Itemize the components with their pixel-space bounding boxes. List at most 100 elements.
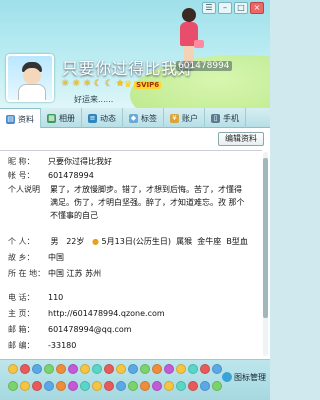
- tab-label: 标签: [141, 113, 157, 123]
- field-value: 110: [48, 293, 64, 302]
- cake-icon: ●: [92, 237, 99, 246]
- service-icon[interactable]: [44, 381, 54, 391]
- crown-icon: ♛: [124, 80, 133, 90]
- service-icon[interactable]: [32, 381, 42, 391]
- field-desc-label: 个人说明: [8, 185, 40, 194]
- window-controls: ☰ – □ ×: [202, 2, 264, 14]
- photo-album-icon: ▦: [47, 113, 56, 123]
- service-icon[interactable]: [200, 364, 210, 374]
- service-icons: [8, 364, 223, 396]
- service-icon[interactable]: [92, 381, 102, 391]
- service-icon[interactable]: [32, 364, 42, 374]
- service-icon[interactable]: [80, 364, 90, 374]
- field-label: 帐 号：: [8, 171, 35, 180]
- service-icon[interactable]: [92, 364, 102, 374]
- service-icon[interactable]: [164, 364, 174, 374]
- blood-type: B型血: [226, 237, 248, 246]
- tab-account[interactable]: ¥ 账户: [164, 108, 205, 128]
- tab-label: 手机: [223, 113, 239, 123]
- service-icon[interactable]: [188, 364, 198, 374]
- tab-feed[interactable]: ≡ 动态: [82, 108, 123, 128]
- service-icon[interactable]: [116, 381, 126, 391]
- field-hometown: 故 乡： 中国: [8, 252, 64, 263]
- field-value: 中国 江苏 苏州: [48, 269, 102, 278]
- field-label: 电 话：: [8, 293, 35, 302]
- service-icon[interactable]: [140, 381, 150, 391]
- service-icon[interactable]: [164, 381, 174, 391]
- field-homepage: 主 页： http://601478994.qzone.com: [8, 308, 165, 319]
- field-value: -33180: [48, 341, 77, 350]
- field-label: 个 人：: [8, 237, 35, 246]
- tab-tags[interactable]: ◆ 标签: [123, 108, 164, 128]
- service-icon[interactable]: [128, 381, 138, 391]
- zodiac: 属猴: [176, 237, 193, 246]
- level-icons[interactable]: ☀ ☀ ☀ ☾ ☾ ★: [60, 79, 125, 89]
- scrollbar[interactable]: [263, 152, 268, 356]
- maximize-button[interactable]: □: [234, 2, 248, 14]
- minimize-button[interactable]: –: [218, 2, 232, 14]
- edit-profile-button[interactable]: 编辑资料: [218, 132, 264, 146]
- field-value: 601478994: [48, 171, 94, 180]
- service-icon[interactable]: [140, 364, 150, 374]
- skin-button[interactable]: ☰: [202, 2, 216, 14]
- service-icon[interactable]: [188, 381, 198, 391]
- service-icon[interactable]: [212, 364, 222, 374]
- icon-manage-link[interactable]: 图标管理: [234, 372, 266, 383]
- tab-label: 动态: [100, 113, 116, 123]
- sun-icon: ☀: [71, 79, 81, 89]
- service-icon[interactable]: [56, 381, 66, 391]
- scrollbar-thumb[interactable]: [263, 158, 268, 318]
- field-label: 故 乡：: [8, 253, 35, 262]
- field-label: 主 页：: [8, 309, 35, 318]
- field-email: 邮 箱： 601478994@qq.com: [8, 324, 132, 335]
- email-link[interactable]: 601478994@qq.com: [48, 325, 132, 334]
- service-icon[interactable]: [44, 364, 54, 374]
- service-icon[interactable]: [68, 364, 78, 374]
- divider: [0, 150, 262, 151]
- service-icon[interactable]: [20, 381, 30, 391]
- service-icon[interactable]: [8, 381, 18, 391]
- tab-label: 资料: [18, 114, 34, 124]
- phone-icon: ▯: [211, 113, 220, 123]
- star-sign: 金牛座: [197, 237, 222, 246]
- avatar[interactable]: [6, 54, 54, 102]
- person-card-icon: ▤: [6, 114, 15, 124]
- service-icon[interactable]: [128, 364, 138, 374]
- nickname-title: 只要你过得比我好: [62, 59, 195, 78]
- field-personal: 个 人： 男 22岁 ● 5月13日(公历生日) 属猴 金牛座 B型血: [8, 236, 248, 247]
- profile-header: ☰ – □ × 只要你过得比我好 601478994 ☀ ☀ ☀ ☾ ☾ ★ ♛…: [0, 0, 270, 108]
- service-icon[interactable]: [104, 364, 114, 374]
- service-icon[interactable]: [68, 381, 78, 391]
- gender: 男: [50, 237, 59, 246]
- service-icon[interactable]: [56, 364, 66, 374]
- field-zip: 邮 编： -33180: [8, 340, 76, 351]
- signature-text[interactable]: 好运来......: [74, 94, 113, 105]
- icon-manage-icon[interactable]: [222, 372, 232, 382]
- service-icon[interactable]: [8, 364, 18, 374]
- qq-number: 601478994: [176, 61, 232, 71]
- service-icon[interactable]: [176, 364, 186, 374]
- service-icon[interactable]: [116, 364, 126, 374]
- service-icon[interactable]: [80, 381, 90, 391]
- tab-label: 账户: [182, 113, 198, 123]
- tab-album[interactable]: ▦ 相册: [41, 108, 82, 128]
- field-label: 昵 称：: [8, 157, 35, 166]
- tab-profile[interactable]: ▤ 资料: [0, 108, 41, 129]
- svip-badge[interactable]: ♛ SVIP6: [124, 80, 162, 90]
- service-icon[interactable]: [200, 381, 210, 391]
- close-button[interactable]: ×: [250, 2, 264, 14]
- service-icon[interactable]: [152, 381, 162, 391]
- tag-icon: ◆: [129, 113, 138, 123]
- tab-phone[interactable]: ▯ 手机: [205, 108, 246, 128]
- service-icon[interactable]: [104, 381, 114, 391]
- age: 22岁: [66, 237, 85, 246]
- service-icon[interactable]: [20, 364, 30, 374]
- service-icon[interactable]: [176, 381, 186, 391]
- homepage-link[interactable]: http://601478994.qzone.com: [48, 309, 165, 318]
- service-icon[interactable]: [152, 364, 162, 374]
- tab-bar: ▤ 资料 ▦ 相册 ≡ 动态 ◆ 标签 ¥ 账户 ▯ 手机: [0, 108, 270, 129]
- svip-label: SVIP6: [134, 81, 162, 89]
- moon-icon: ☾: [93, 79, 103, 89]
- service-icon[interactable]: [212, 381, 222, 391]
- birthday: 5月13日(公历生日): [101, 237, 172, 246]
